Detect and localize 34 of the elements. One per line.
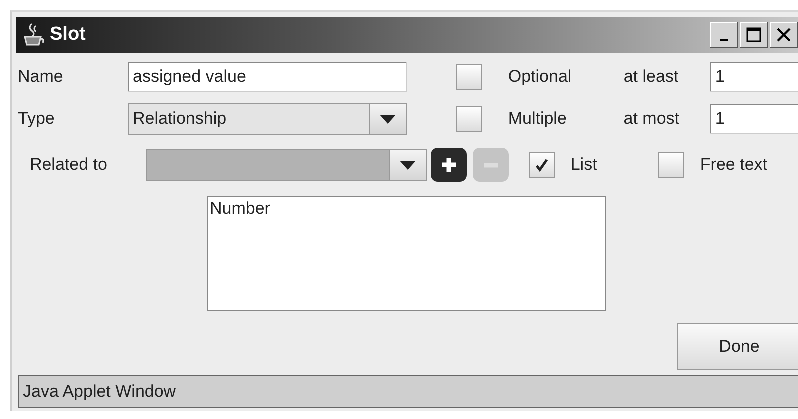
checkbox-label: List <box>570 155 598 175</box>
status-bar: Java Applet Window <box>18 375 798 408</box>
checkbox[interactable] <box>456 106 482 132</box>
minimize-icon <box>720 39 728 41</box>
field-label: Name <box>18 67 64 87</box>
max-field[interactable]: 1 <box>710 104 798 134</box>
list-item[interactable]: Number <box>210 199 603 219</box>
name-field[interactable]: assigned value <box>128 62 407 92</box>
checkbox-label: Optional <box>508 67 573 87</box>
field-label: at least <box>624 67 680 87</box>
dropdown-arrow-icon <box>380 114 396 124</box>
checkbox-label: Multiple <box>508 109 568 129</box>
min-field[interactable]: 1 <box>710 62 798 92</box>
minimize-button[interactable] <box>710 22 738 48</box>
checkbox-label: Free text <box>700 155 769 175</box>
close-icon <box>776 27 792 43</box>
add-button[interactable] <box>431 148 468 182</box>
dropdown-arrow-icon <box>400 160 416 170</box>
field-label: Type <box>18 109 56 129</box>
type-dropdown[interactable]: Relationship <box>128 103 407 135</box>
related-list[interactable]: Number <box>207 196 606 311</box>
close-button[interactable] <box>770 22 798 48</box>
field-label: at most <box>624 109 681 129</box>
window-title: Slot <box>50 24 86 46</box>
field-label: Related to <box>30 155 108 175</box>
checkbox[interactable] <box>456 64 482 90</box>
coffee-cup-icon <box>22 22 46 48</box>
minus-icon <box>484 162 498 168</box>
checkbox[interactable] <box>528 152 555 178</box>
maximize-icon <box>746 27 762 43</box>
done-button[interactable]: Done <box>677 323 798 370</box>
checkbox[interactable] <box>658 152 684 178</box>
checkmark-icon <box>534 158 549 172</box>
maximize-button[interactable] <box>740 22 768 48</box>
